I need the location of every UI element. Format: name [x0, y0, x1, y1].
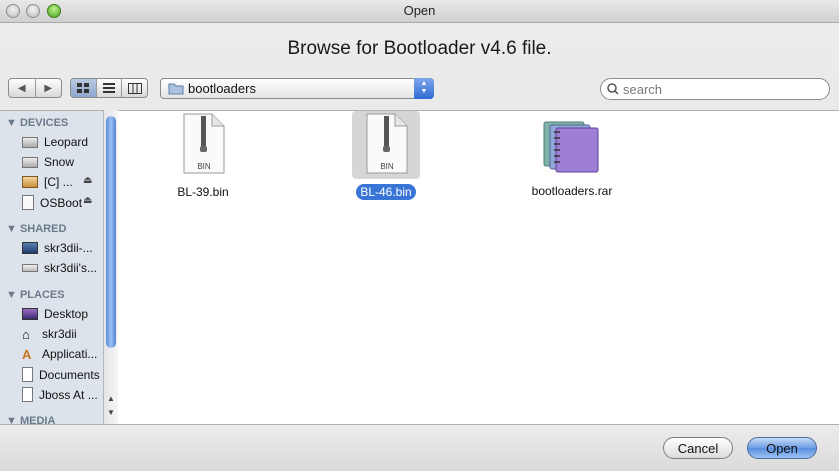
sidebar-item-jboss[interactable]: Jboss At ...	[22, 387, 98, 402]
scrollbar-thumb[interactable]	[106, 116, 116, 348]
file-item-selected[interactable]: BIN BL-46.bin	[346, 113, 426, 200]
sidebar-item-label: Snow	[44, 155, 75, 169]
eject-icon[interactable]: ⏏	[83, 175, 92, 186]
sidebar-item-c-drive[interactable]: [C] ...	[22, 175, 73, 189]
desktop-icon	[22, 308, 38, 320]
triangle-left-icon: ◀	[17, 82, 26, 94]
hard-drive-icon	[22, 156, 38, 168]
sidebar-item-shared-2[interactable]: skr3dii's...	[22, 261, 97, 275]
places-section-header[interactable]: ▼ PLACES	[6, 289, 65, 301]
icon-view-button[interactable]	[71, 79, 97, 97]
sidebar-item-applications[interactable]: A Applicati...	[22, 347, 97, 361]
dialog-prompt: Browse for Bootloader v4.6 file.	[287, 38, 552, 59]
applications-icon: A	[22, 346, 32, 362]
file-name: BL-46.bin	[356, 184, 416, 200]
sidebar-item-desktop[interactable]: Desktop	[22, 307, 88, 321]
sidebar-item-leopard[interactable]: Leopard	[22, 135, 88, 149]
home-icon: ⌂	[22, 326, 30, 342]
sidebar-item-label: skr3dii's...	[44, 261, 97, 275]
forward-button[interactable]: ▶	[36, 79, 62, 97]
sidebar-item-label: Desktop	[44, 307, 89, 321]
sidebar-item-home[interactable]: ⌂ skr3dii	[22, 327, 77, 341]
open-button[interactable]: Open	[747, 437, 817, 459]
file-item[interactable]: bootloaders.rar	[522, 116, 622, 199]
sidebar-scrollbar[interactable]: ▲ ▼	[103, 110, 119, 424]
shared-label: SHARED	[19, 223, 67, 235]
sidebar-item-documents[interactable]: Documents	[22, 367, 100, 382]
search-field[interactable]	[600, 78, 830, 100]
sidebar-item-snow[interactable]: Snow	[22, 155, 74, 169]
bin-file-icon: BIN	[366, 113, 408, 174]
folder-icon	[168, 83, 184, 95]
search-input[interactable]	[621, 81, 825, 98]
hard-drive-icon	[22, 136, 38, 148]
sidebar-item-label: Documents	[39, 367, 100, 382]
computer-icon	[22, 242, 38, 254]
sidebar-item-label: skr3dii-...	[44, 241, 93, 255]
triangle-right-icon: ▶	[44, 82, 53, 94]
icon-view-icon	[77, 82, 90, 93]
location-label: bootloaders	[188, 81, 256, 96]
search-icon	[607, 83, 619, 95]
list-view-icon	[103, 82, 115, 93]
external-drive-icon	[22, 176, 38, 188]
window-title: Open	[403, 3, 436, 18]
rar-archive-icon	[543, 121, 599, 173]
scroll-down-icon[interactable]: ▼	[107, 408, 115, 417]
bin-file-icon: BIN	[183, 113, 225, 174]
svg-text:BIN: BIN	[197, 162, 211, 171]
view-mode-control	[70, 78, 148, 98]
file-name: bootloaders.rar	[531, 184, 613, 198]
location-popup[interactable]: bootloaders ▲ ▼	[160, 78, 434, 99]
column-view-button[interactable]	[122, 79, 147, 97]
scroll-up-icon[interactable]: ▲	[107, 394, 115, 403]
sidebar-item-label: OSBoot	[40, 195, 83, 210]
document-icon	[22, 367, 33, 382]
sidebar-item-label: Leopard	[44, 135, 89, 149]
network-drive-icon	[22, 264, 38, 272]
svg-text:BIN: BIN	[380, 162, 394, 171]
devices-section-header[interactable]: ▼ DEVICES	[6, 117, 68, 129]
column-view-icon	[127, 82, 142, 94]
file-icon	[22, 387, 33, 402]
sidebar: ▼ DEVICES Leopard Snow [C] ... ⏏ OSBoot …	[0, 110, 118, 425]
sidebar-item-label: Applicati...	[42, 347, 98, 361]
sidebar-item-shared-1[interactable]: skr3dii-...	[22, 241, 93, 255]
disk-image-icon	[22, 195, 34, 210]
sidebar-item-label: [C] ...	[44, 175, 73, 189]
sidebar-item-label: skr3dii	[42, 327, 77, 341]
eject-icon[interactable]: ⏏	[83, 195, 92, 206]
history-nav: ◀ ▶	[8, 78, 62, 98]
places-label: PLACES	[19, 289, 65, 301]
devices-label: DEVICES	[19, 117, 69, 129]
sidebar-item-label: Jboss At ...	[39, 387, 98, 402]
shared-section-header[interactable]: ▼ SHARED	[6, 223, 66, 235]
title-bar: Open	[0, 0, 839, 23]
sidebar-item-osboot[interactable]: OSBoot	[22, 195, 82, 210]
file-name: BL-39.bin	[177, 185, 229, 199]
file-item[interactable]: BIN BL-39.bin	[163, 113, 243, 200]
list-view-button[interactable]	[97, 79, 123, 97]
back-button[interactable]: ◀	[9, 79, 36, 97]
cancel-button[interactable]: Cancel	[663, 437, 733, 459]
popup-arrows-icon: ▲ ▼	[414, 78, 434, 99]
